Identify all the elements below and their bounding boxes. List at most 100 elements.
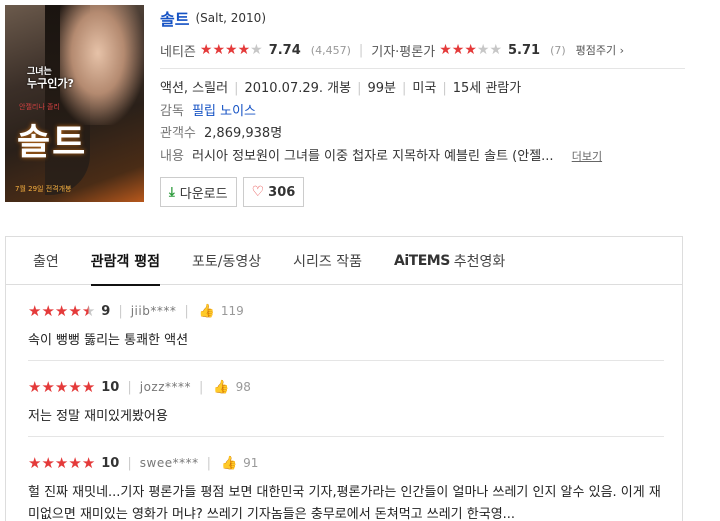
star-icon: ★ — [54, 378, 69, 396]
review-score: 10 — [101, 379, 120, 395]
critic-score: 5.71 — [508, 42, 541, 58]
star-icon: ★ — [68, 302, 82, 320]
tab-cast[interactable]: 출연 — [33, 237, 59, 285]
review-likes: 91 — [243, 456, 259, 470]
review-stars: ★ ★ ★ ★ ★ — [28, 378, 95, 396]
movie-subtitle: (Salt, 2010) — [195, 11, 266, 25]
star-icon: ★ — [28, 378, 42, 396]
review-item: ★ ★ ★ ★ ★ 10 | jozz**** | 👍 98 저는 정말 재미있게봤어용 — [28, 377, 664, 437]
critic-count: (7) — [550, 43, 566, 57]
star-icon: ★ — [225, 42, 238, 58]
star-icon: ★ — [81, 302, 96, 320]
tab-recommended[interactable]: AiTEMS 추천영화 — [394, 237, 505, 285]
netizen-score: 7.74 — [268, 42, 301, 58]
movie-poster[interactable]: 그녀는 누구인가? 안젤리나 졸리 솔트 7월 29일 전격개봉 — [5, 5, 144, 202]
tab-bar: 출연 관람객 평점 포토/동영상 시리즈 작품 AiTEMS 추천영화 — [6, 237, 682, 286]
tab-audience-rating-label: 관람객 평점 — [90, 253, 161, 270]
meta-runtime: 99분 — [367, 81, 396, 96]
rate-movie-link[interactable]: 평점주기 › — [576, 42, 624, 58]
star-icon: ★ — [41, 378, 55, 396]
tab-photo-video-label: 포토/동영상 — [192, 253, 262, 270]
more-link[interactable]: 더보기 — [572, 150, 602, 163]
star-icon: ★ — [81, 454, 96, 472]
star-icon: ★ — [464, 42, 477, 58]
poster-tagline-2: 누구인가? — [27, 77, 74, 90]
star-icon: ★ — [54, 302, 69, 320]
star-icon: ★ — [451, 42, 465, 58]
meta-plot-row: 내용 러시아 정보원이 그녀를 이중 첩자로 지목하자 예블린 솔트 (안젤..… — [160, 146, 685, 169]
meta-age-rating: 15세 관람가 — [452, 81, 522, 96]
review-tab-panel: 출연 관람객 평점 포토/동영상 시리즈 작품 AiTEMS 추천영화 ★ ★ ★ ★ ★… — [5, 236, 683, 521]
rating-row: 네티즌 ★ ★ ★ ★ ★ 7.74 (4,457) | 기자·평론가 ★ ★ ★ ★ ★ 5.… — [160, 36, 685, 64]
review-stars: ★ ★ ★ ★ ★ — [28, 302, 95, 320]
plot-label: 내용 — [160, 148, 184, 164]
tab-series-label: 시리즈 작품 — [293, 253, 363, 270]
poster-release-note: 7월 29일 전격개봉 — [15, 185, 72, 193]
movie-title[interactable]: 솔트 — [160, 6, 189, 30]
review-score: 10 — [101, 455, 120, 471]
star-icon: ★ — [68, 454, 82, 472]
review-stars: ★ ★ ★ ★ ★ — [28, 454, 95, 472]
action-buttons: ⤓ 다운로드 ♡ 306 — [160, 177, 305, 207]
star-icon: ★ — [54, 454, 69, 472]
star-icon: ★ — [28, 454, 42, 472]
netizen-label: 네티즌 — [160, 44, 196, 60]
chevron-right-icon: › — [619, 44, 625, 57]
meta-release: 2010.07.29. 개봉 — [244, 81, 352, 96]
poster-credit: 안젤리나 졸리 — [19, 103, 60, 111]
review-user: jiib**** — [130, 304, 177, 318]
critic-stars: ★ ★ ★ ★ ★ — [439, 42, 502, 58]
meta-genre[interactable]: 액션, 스릴러 — [160, 81, 228, 96]
star-icon: ★ — [476, 42, 490, 58]
meta-country[interactable]: 미국 — [412, 81, 436, 96]
tab-photo-video[interactable]: 포토/동영상 — [192, 237, 261, 285]
thumbs-up-icon[interactable]: 👍 — [199, 304, 215, 319]
director-link[interactable]: 필립 노이스 — [192, 104, 256, 119]
review-text: 저는 정말 재미있게봤어용 — [28, 409, 168, 424]
review-text: 헐 진짜 재밋네...기자 평론가들 평점 보면 대한민국 기자,평론가라는 인… — [28, 485, 661, 521]
aitems-logo: AiTEMS — [394, 252, 450, 269]
meta-director-row: 감독 필립 노이스 — [160, 101, 685, 124]
star-icon: ★ — [237, 42, 251, 58]
rating-separator: | — [358, 42, 364, 58]
tab-series[interactable]: 시리즈 작품 — [293, 237, 362, 285]
meta-basic-row: 액션, 스릴러 | 2010.07.29. 개봉 | 99분 | 미국 | 15세 관람가 — [160, 81, 522, 96]
review-item: ★ ★ ★ ★ ★ 9 | jiib**** | 👍 119 속이 뻥뻥 뚫리는 통쾌한… — [28, 301, 664, 361]
tab-recommended-label: 추천영화 — [453, 253, 506, 270]
audience-count: 2,869,938명 — [204, 126, 283, 141]
meta-audience-row: 관객수 2,869,938명 — [160, 123, 685, 146]
movie-info-header: 솔트 (Salt, 2010) — [160, 5, 700, 31]
thumbs-up-icon[interactable]: 👍 — [221, 456, 237, 471]
rate-movie-label: 평점주기 — [575, 44, 617, 57]
star-icon: ★ — [41, 302, 55, 320]
star-icon: ★ — [199, 42, 213, 58]
star-icon: ★ — [28, 302, 42, 320]
star-icon: ★ — [41, 454, 55, 472]
thumbs-up-icon[interactable]: 👍 — [213, 380, 229, 395]
movie-meta: 액션, 스릴러 | 2010.07.29. 개봉 | 99분 | 미국 | 15세 관람가 감독… — [160, 78, 685, 168]
download-label: 다운로드 — [179, 186, 228, 202]
review-likes: 119 — [220, 304, 244, 318]
like-count: 306 — [268, 184, 296, 200]
netizen-stars: ★ ★ ★ ★ ★ — [200, 42, 263, 58]
star-icon: ★ — [68, 378, 82, 396]
star-icon: ★ — [250, 42, 263, 58]
review-item: ★ ★ ★ ★ ★ 10 | swee**** | 👍 91 헐 진짜 재밋네...기자… — [28, 453, 664, 521]
like-button[interactable]: ♡ 306 — [242, 177, 305, 207]
poster-face — [60, 5, 144, 125]
review-likes: 98 — [235, 380, 251, 394]
review-user: swee**** — [139, 456, 199, 470]
director-label: 감독 — [160, 103, 184, 119]
review-score: 9 — [101, 303, 111, 319]
audience-label: 관객수 — [160, 126, 196, 141]
netizen-count: (4,457) — [310, 43, 351, 57]
download-button[interactable]: ⤓ 다운로드 — [160, 177, 237, 207]
review-user: jozz**** — [139, 380, 192, 394]
heart-icon: ♡ — [251, 184, 265, 200]
review-text: 속이 뻥뻥 뚫리는 통쾌한 액션 — [28, 333, 189, 348]
info-divider — [160, 68, 685, 69]
tab-audience-rating[interactable]: 관람객 평점 — [90, 237, 161, 286]
star-icon: ★ — [81, 378, 96, 396]
download-icon: ⤓ — [169, 184, 175, 200]
critic-label: 기자·평론가 — [371, 44, 436, 60]
